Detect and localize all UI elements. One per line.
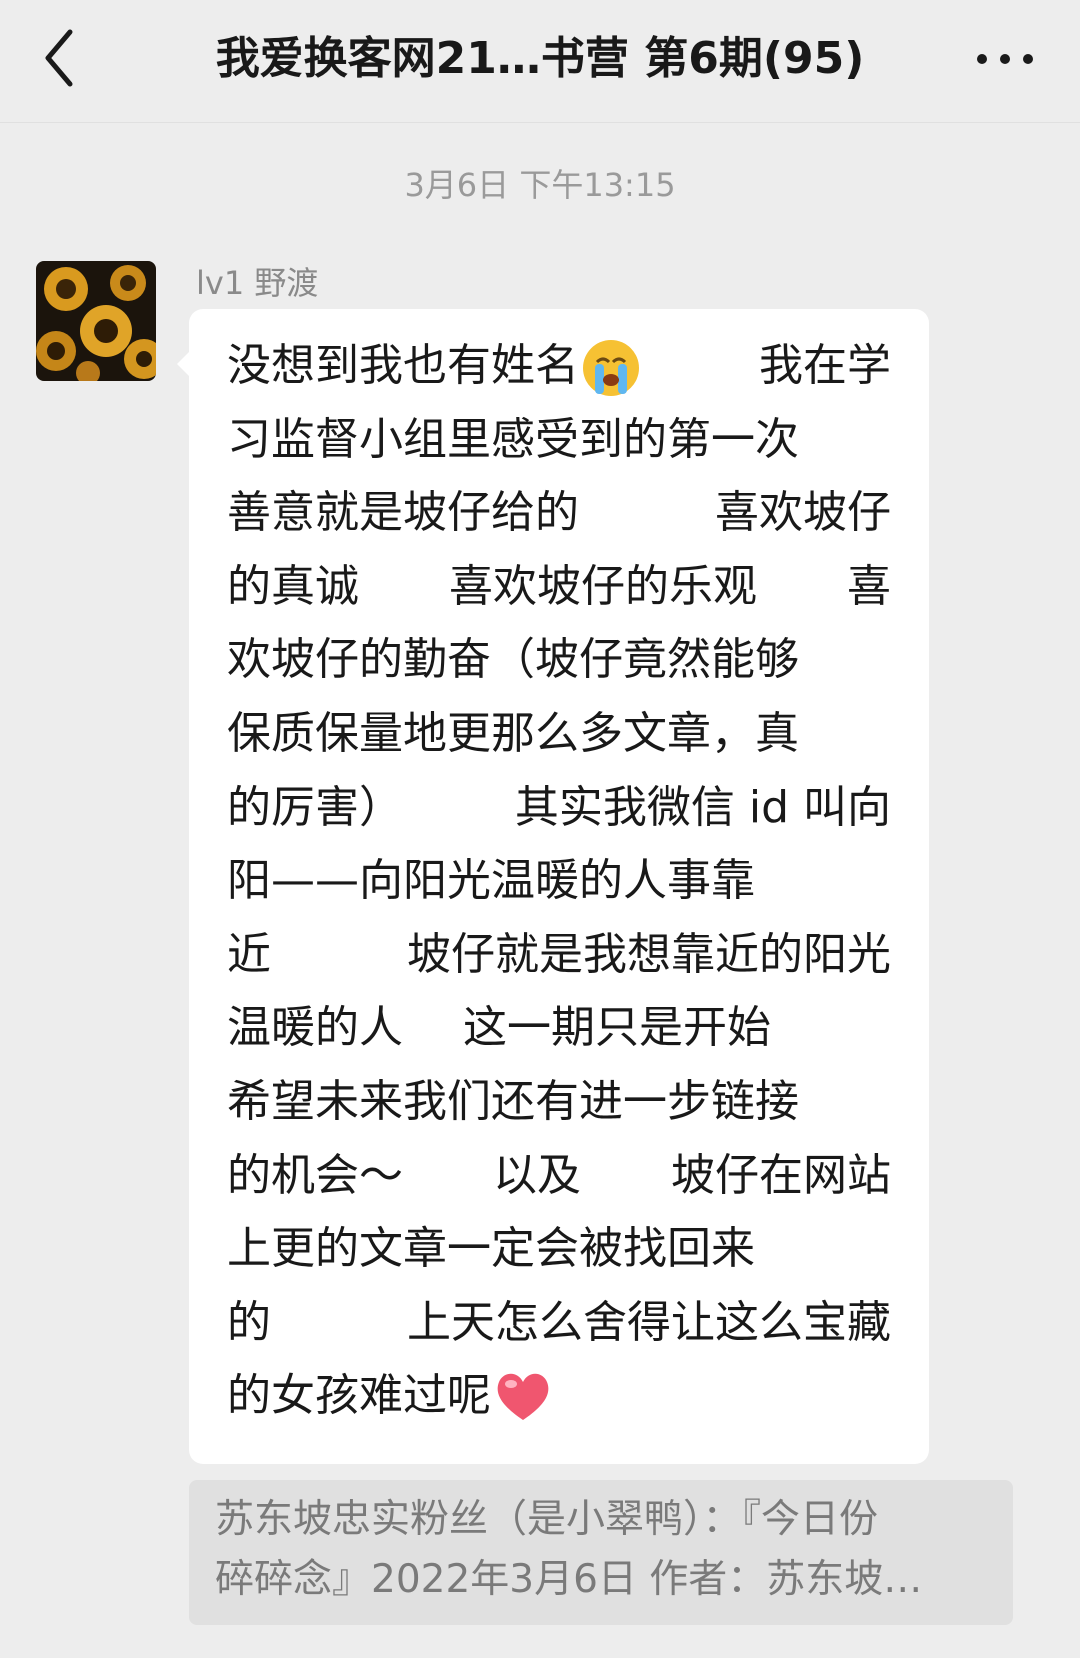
message-text: 阳——向阳光温暖的人事靠 <box>227 855 755 907</box>
quoted-message[interactable]: 苏东坡忠实粉丝（是小翠鸭）：『今日份 碎碎念』2022年3月6日 作者：苏东坡… <box>189 1480 1013 1625</box>
red-heart-icon <box>497 1373 549 1421</box>
quote-line-2: 碎碎念』2022年3月6日 作者：苏东坡… <box>215 1557 923 1602</box>
message-text: 的 <box>227 1296 271 1348</box>
message-text: 喜欢坡仔 <box>715 487 891 539</box>
quote-line-1: 苏东坡忠实粉丝（是小翠鸭）：『今日份 <box>215 1497 879 1542</box>
more-button[interactable] <box>970 24 1040 94</box>
message-text: 的机会～ <box>227 1149 403 1201</box>
message-bubble[interactable]: 没想到我也有姓名 我在学 习监督小组里感受到的第一次 善意就是坡仔给的 喜欢坡仔… <box>189 309 929 1464</box>
message-text: 这一期只是开始 <box>463 1002 771 1054</box>
sunflower-avatar-icon <box>36 261 156 381</box>
sender-avatar[interactable] <box>36 261 156 381</box>
message-text: 的真诚 <box>227 560 359 612</box>
chat-title: 我爱换客网21…书营 第6期(95) <box>215 33 865 84</box>
message-text: 坡仔在网站 <box>671 1149 891 1201</box>
message-line: 希望未来我们还有进一步链接 <box>227 1065 891 1139</box>
message-text: 上更的文章一定会被找回来 <box>227 1223 755 1275</box>
message-line: 没想到我也有姓名 我在学 <box>227 329 891 403</box>
message-text: 我在学 <box>759 340 891 391</box>
message-text: 保质保量地更那么多文章，真 <box>227 707 799 759</box>
message-text: 喜欢坡仔的乐观 <box>449 560 757 612</box>
back-button[interactable] <box>38 22 82 94</box>
chevron-left-icon <box>45 29 73 87</box>
message-text: 近 <box>227 928 271 980</box>
message-text: 的女孩难过呢 <box>227 1370 491 1422</box>
sender-name: lv1 野渡 <box>196 264 319 302</box>
message-line: 保质保量地更那么多文章，真 <box>227 697 891 771</box>
message-line: 的真诚 喜欢坡仔的乐观 喜 <box>227 550 891 624</box>
message-line: 的女孩难过呢 <box>227 1359 891 1433</box>
message-line: 温暖的人 这一期只是开始 <box>227 991 891 1065</box>
message-text: 习监督小组里感受到的第一次 <box>227 413 799 465</box>
loudly-crying-face-icon <box>583 340 639 396</box>
message-timestamp: 3月6日 下午13:15 <box>404 166 676 204</box>
message-line: 的厉害） 其实我微信 id 叫向 <box>227 771 891 845</box>
message-text: 坡仔就是我想靠近的阳光 <box>407 928 891 980</box>
message-line: 近 坡仔就是我想靠近的阳光 <box>227 918 891 992</box>
message-text: 其实我微信 id 叫向 <box>514 781 891 833</box>
message-line: 欢坡仔的勤奋（坡仔竟然能够 <box>227 623 891 697</box>
message-line: 阳——向阳光温暖的人事靠 <box>227 844 891 918</box>
message-line: 的 上天怎么舍得让这么宝藏 <box>227 1286 891 1360</box>
message-line: 上更的文章一定会被找回来 <box>227 1212 891 1286</box>
message-text: 欢坡仔的勤奋（坡仔竟然能够 <box>227 634 799 686</box>
message-text: 希望未来我们还有进一步链接 <box>227 1075 799 1127</box>
message-text: 温暖的人 <box>227 1002 403 1054</box>
message-text: 的厉害） <box>227 781 403 833</box>
ellipsis-icon <box>977 54 1033 64</box>
message-text: 没想到我也有姓名 <box>227 340 579 391</box>
navigation-bar: 我爱换客网21…书营 第6期(95) <box>0 0 1080 123</box>
message-line: 习监督小组里感受到的第一次 <box>227 403 891 477</box>
message-text: 善意就是坡仔给的 <box>227 487 579 539</box>
message-line: 善意就是坡仔给的 喜欢坡仔 <box>227 476 891 550</box>
message-text: 上天怎么舍得让这么宝藏 <box>407 1296 891 1348</box>
message-line: 的机会～ 以及 坡仔在网站 <box>227 1139 891 1213</box>
message-text: 喜 <box>847 560 891 612</box>
message-text: 以及 <box>493 1149 581 1201</box>
